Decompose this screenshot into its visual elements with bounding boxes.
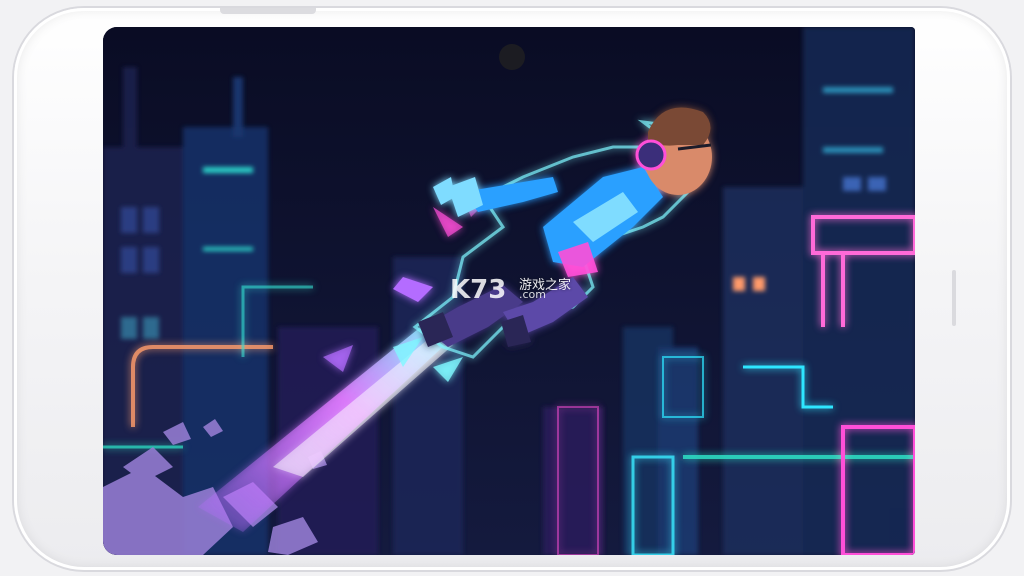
moon-dot [499, 44, 525, 70]
phone-home-button [952, 270, 956, 326]
watermark-domain: .com [519, 288, 546, 301]
game-scene [103, 27, 915, 555]
game-screen[interactable] [103, 27, 915, 555]
phone-power-button [220, 8, 316, 14]
